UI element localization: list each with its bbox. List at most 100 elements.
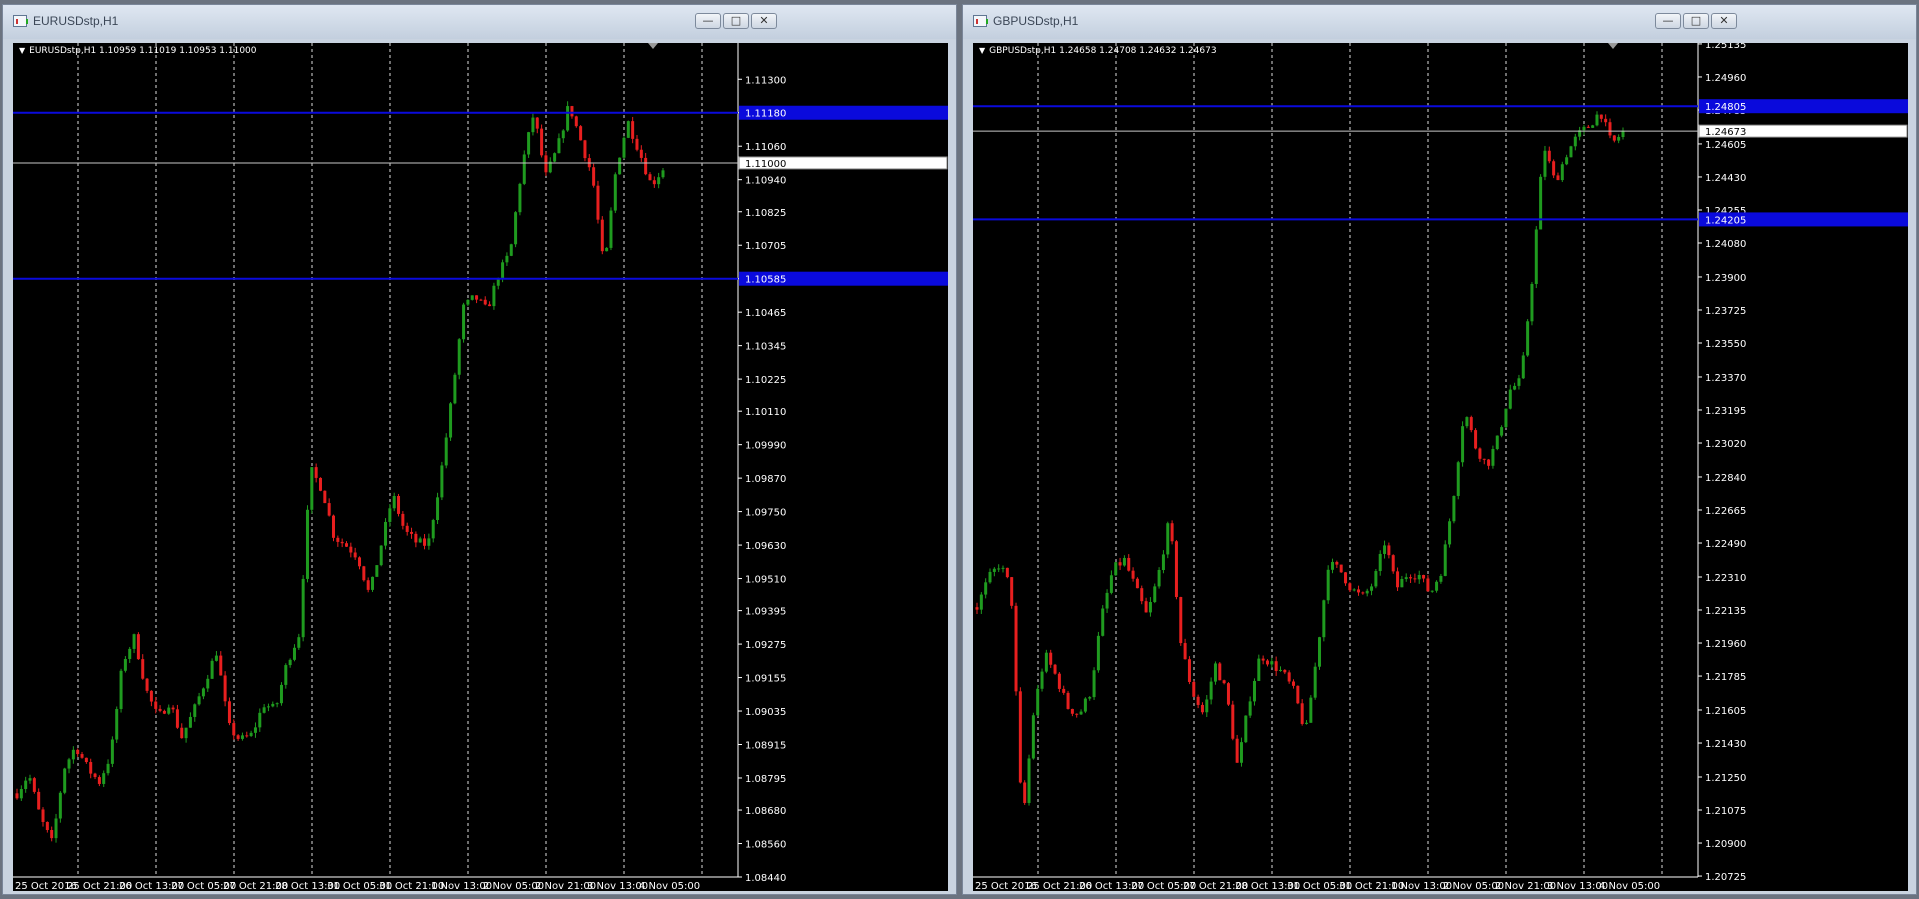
window-titlebar[interactable]: EURUSDstp,H1 — □ ✕ — [3, 5, 956, 39]
candle-body — [436, 497, 440, 521]
candle-body — [1331, 561, 1335, 570]
price-axis-label: 1.11060 — [745, 142, 786, 153]
candle-body — [553, 153, 557, 162]
candle-body — [1591, 125, 1595, 128]
candle-body — [1443, 544, 1447, 576]
eurusd-chart-window[interactable]: EURUSDstp,H1 — □ ✕ 25 Oct 2016 25 Oct 21:… — [2, 4, 957, 895]
candle-body — [1231, 704, 1235, 739]
chart-window-icon — [973, 15, 988, 27]
maximize-button[interactable]: □ — [1683, 13, 1709, 29]
price-chart[interactable]: 25 Oct 2016 25 Oct 21:00 26 Oct 13:00 27 Oc… — [973, 43, 1908, 891]
collapse-triangle-icon[interactable]: ▼ — [19, 46, 25, 55]
candle-body — [1383, 545, 1387, 554]
candle-body — [518, 183, 522, 213]
candle-body — [1161, 554, 1165, 570]
candle-body — [410, 531, 414, 534]
candle-body — [1114, 562, 1118, 576]
price-axis-label: 1.09395 — [745, 607, 786, 618]
candle-body — [371, 576, 375, 590]
price-axis-label: 1.21075 — [1705, 806, 1746, 817]
candle-body — [1196, 696, 1200, 705]
candle-body — [1396, 571, 1400, 588]
candle-body — [1040, 671, 1044, 689]
candle-body — [1044, 652, 1048, 672]
price-axis-label: 1.24960 — [1705, 73, 1746, 84]
candle-body — [1287, 672, 1291, 682]
candle-body — [1183, 643, 1187, 660]
candle-body — [275, 703, 279, 705]
candle-body — [1083, 698, 1087, 712]
candle-body — [1465, 417, 1469, 427]
time-axis-label: 4 Nov 05:00 — [1599, 881, 1660, 891]
current-price-tag-text: 1.24673 — [1705, 127, 1746, 138]
candle-body — [1435, 581, 1439, 591]
candle-body — [609, 210, 613, 248]
candle-body — [1291, 681, 1295, 686]
candle-body — [1612, 135, 1616, 141]
candle-body — [358, 557, 362, 567]
symbol-info-bar[interactable]: ▼ GBPUSDstp,H1 1.24658 1.24708 1.24632 1.… — [979, 46, 1217, 56]
level-price-tag-text: 1.10585 — [745, 275, 786, 286]
candle-body — [1153, 586, 1157, 603]
minimize-button[interactable]: — — [695, 13, 721, 29]
candle-body — [1023, 782, 1027, 803]
candle-body — [462, 304, 466, 340]
candle-body — [1001, 567, 1005, 569]
candle-body — [1482, 458, 1486, 460]
candle-body — [596, 185, 600, 220]
candle-body — [1495, 435, 1499, 450]
close-button[interactable]: ✕ — [751, 13, 777, 29]
price-axis-label: 1.22665 — [1705, 506, 1746, 517]
candle-body — [67, 759, 71, 769]
collapse-triangle-icon[interactable]: ▼ — [979, 46, 985, 55]
candle-body — [297, 637, 301, 648]
candle-body — [132, 634, 136, 649]
candle-body — [253, 727, 257, 733]
candle-body — [1066, 692, 1070, 709]
candle-body — [314, 467, 318, 478]
candle-body — [488, 304, 492, 307]
maximize-button[interactable]: □ — [723, 13, 749, 29]
candle-body — [89, 762, 93, 774]
candle-body — [1530, 283, 1534, 322]
candle-body — [652, 180, 656, 185]
candle-body — [1318, 637, 1322, 667]
price-axis-label: 1.22310 — [1705, 573, 1746, 584]
price-axis-label: 1.09035 — [745, 707, 786, 718]
candle-body — [305, 509, 309, 579]
minimize-button[interactable]: — — [1655, 13, 1681, 29]
candle-body — [527, 132, 531, 155]
candle-body — [318, 477, 322, 491]
gbpusd-chart-window[interactable]: GBPUSDstp,H1 — □ ✕ 25 Oct 2016 25 Oct 21:… — [962, 4, 1917, 895]
candle-body — [262, 707, 266, 713]
candle-body — [340, 541, 344, 544]
candle-body — [1539, 176, 1543, 230]
candle-body — [1109, 575, 1113, 593]
price-axis-label: 1.08795 — [745, 774, 786, 785]
symbol-ohlc-text: EURUSDstp,H1 1.10959 1.11019 1.10953 1.1… — [29, 46, 257, 56]
candle-body — [141, 659, 145, 679]
price-chart[interactable]: 25 Oct 2016 25 Oct 21:00 26 Oct 13:00 27 Oc… — [13, 43, 948, 891]
candle-body — [457, 339, 461, 375]
candle-body — [1534, 229, 1538, 284]
candle-body — [1404, 577, 1408, 579]
price-axis-label: 1.23195 — [1705, 406, 1746, 417]
price-axis-label: 1.21785 — [1705, 672, 1746, 683]
candle-body — [349, 546, 353, 553]
candle-body — [1166, 523, 1170, 555]
candle-body — [1326, 569, 1330, 601]
candle-body — [531, 117, 535, 133]
symbol-info-bar[interactable]: ▼ EURUSDstp,H1 1.10959 1.11019 1.10953 1.… — [19, 46, 257, 56]
candle-body — [1005, 567, 1009, 578]
candle-body — [1357, 589, 1361, 593]
candle-body — [1075, 713, 1079, 715]
candle-body — [193, 704, 197, 717]
candle-body — [50, 830, 54, 839]
candle-body — [1599, 114, 1603, 119]
candle-body — [1595, 114, 1599, 126]
candle-body — [1448, 521, 1452, 545]
window-titlebar[interactable]: GBPUSDstp,H1 — □ ✕ — [963, 5, 1916, 39]
close-button[interactable]: ✕ — [1711, 13, 1737, 29]
candle-body — [258, 712, 262, 728]
price-axis-label: 1.21960 — [1705, 639, 1746, 650]
